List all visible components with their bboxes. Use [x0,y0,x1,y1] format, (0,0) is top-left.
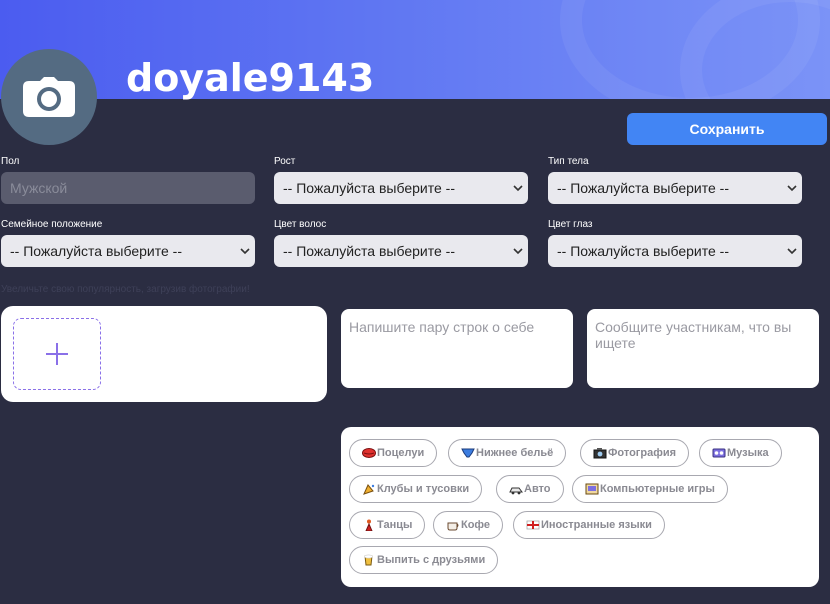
interest-chip-auto[interactable]: Авто [496,475,564,503]
underwear-icon [461,446,475,460]
interest-chip-kisses[interactable]: Поцелуи [349,439,438,467]
body-type-value: -- Пожалуйста выберите -- [557,180,729,196]
about-placeholder: Напишите пару строк о себе [349,319,535,335]
photo-hint: Увеличьте свою популярность, загрузив фо… [1,284,250,295]
interest-chip-music[interactable]: Музыка [699,439,782,467]
interest-chip-games[interactable]: Компьютерные игры [572,475,728,503]
chevron-down-icon [513,185,523,192]
interest-chip-underwear[interactable]: Нижнее бельё [448,439,567,467]
interest-chip-languages[interactable]: Иностранные языки [513,511,665,539]
interests-panel: Поцелуи Нижнее бельё Фотография Музыка К… [341,427,819,587]
camera-icon [593,446,607,460]
party-icon [362,482,376,496]
body-type-select[interactable]: -- Пожалуйста выберите -- [548,172,802,204]
chevron-down-icon [787,248,797,255]
chevron-down-icon [787,185,797,192]
photo-gallery [1,306,327,402]
avatar-upload[interactable] [1,49,97,145]
hair-color-select[interactable]: -- Пожалуйста выберите -- [274,235,528,267]
marital-status-label: Семейное положение [1,219,103,230]
interest-label: Нижнее бельё [476,447,554,459]
interest-label: Фотография [608,447,677,459]
interest-label: Авто [524,483,551,495]
interest-label: Выпить с друзьями [377,554,486,566]
flag-icon [526,518,540,532]
interest-chip-coffee[interactable]: Кофе [433,511,504,539]
username: doyale9143 [126,56,375,100]
eye-color-value: -- Пожалуйста выберите -- [557,243,729,259]
chevron-down-icon [513,248,523,255]
chevron-down-icon [240,248,250,255]
gender-select[interactable]: Мужской [1,172,255,204]
profile-banner [0,0,830,99]
car-icon [509,482,523,496]
lips-icon [362,446,376,460]
add-photo-button[interactable] [13,318,101,390]
interest-label: Клубы и тусовки [377,483,470,495]
looking-for-textarea[interactable]: Сообщите участникам, что вы ищете [587,309,819,388]
dance-icon [362,518,376,532]
camera-icon [23,77,75,117]
interest-label: Танцы [377,519,413,531]
interest-chip-drinks[interactable]: Выпить с друзьями [349,546,499,574]
looking-for-placeholder: Сообщите участникам, что вы ищете [595,319,792,351]
height-label: Рост [274,156,296,167]
hair-color-value: -- Пожалуйста выберите -- [283,243,455,259]
beer-icon [362,553,376,567]
coffee-icon [446,518,460,532]
game-icon [585,482,599,496]
plus-icon [46,343,68,365]
interest-chip-clubs[interactable]: Клубы и тусовки [349,475,483,503]
interest-label: Компьютерные игры [600,483,715,495]
interest-chip-photography[interactable]: Фотография [580,439,690,467]
body-type-label: Тип тела [548,156,589,167]
interest-label: Поцелуи [377,447,425,459]
marital-status-select[interactable]: -- Пожалуйста выберите -- [1,235,255,267]
interest-label: Музыка [727,447,769,459]
eye-color-select[interactable]: -- Пожалуйста выберите -- [548,235,802,267]
interest-label: Иностранные языки [541,519,652,531]
marital-status-value: -- Пожалуйста выберите -- [10,243,182,259]
hair-color-label: Цвет волос [274,219,327,230]
about-textarea[interactable]: Напишите пару строк о себе [341,309,573,388]
gender-value: Мужской [10,180,68,196]
save-button[interactable]: Сохранить [627,113,827,145]
height-value: -- Пожалуйста выберите -- [283,180,455,196]
interest-label: Кофе [461,519,491,531]
banner-decoration [680,0,830,99]
height-select[interactable]: -- Пожалуйста выберите -- [274,172,528,204]
eye-color-label: Цвет глаз [548,219,593,230]
interest-chip-dance[interactable]: Танцы [349,511,426,539]
gender-label: Пол [1,156,20,167]
music-icon [712,446,726,460]
